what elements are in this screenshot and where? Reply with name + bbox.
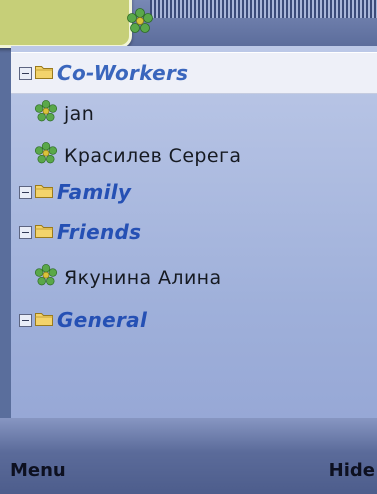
group-row-co-workers[interactable]: Co-Workers xyxy=(11,52,377,94)
group-label: Friends xyxy=(57,220,142,244)
contact-row-krasilev[interactable]: Красилев Серега xyxy=(11,136,377,176)
corner-tab-tag xyxy=(0,0,132,48)
collapse-toggle-icon[interactable] xyxy=(19,185,32,199)
contact-row-yakunina[interactable]: Якунина Алина xyxy=(11,258,377,298)
folder-icon xyxy=(35,311,53,330)
icq-flower-icon xyxy=(34,100,58,128)
collapse-toggle-icon[interactable] xyxy=(19,313,32,327)
folder-icon xyxy=(35,183,53,202)
softkey-bar xyxy=(0,418,377,494)
contact-label: Красилев Серега xyxy=(64,145,242,167)
group-row-family[interactable]: Family xyxy=(11,172,377,212)
contact-label: Якунина Алина xyxy=(64,267,222,289)
contact-label: jan xyxy=(64,103,95,125)
group-label: Family xyxy=(57,180,132,204)
title-bar-pattern xyxy=(150,0,377,18)
icq-flower-icon xyxy=(34,264,58,292)
collapse-toggle-icon[interactable] xyxy=(19,66,32,80)
hide-softkey[interactable]: Hide xyxy=(329,460,375,481)
group-row-general[interactable]: General xyxy=(11,300,377,340)
folder-icon xyxy=(35,64,53,83)
icq-flower-icon xyxy=(34,142,58,170)
contact-list[interactable]: Co-Workers jan Красилев Серега Family Fr… xyxy=(11,46,377,418)
folder-icon xyxy=(35,223,53,242)
contact-row-jan[interactable]: jan xyxy=(11,94,377,134)
menu-softkey[interactable]: Menu xyxy=(10,460,66,481)
group-label: General xyxy=(57,308,148,332)
group-label: Co-Workers xyxy=(57,61,189,85)
icq-flower-icon xyxy=(126,8,154,40)
collapse-toggle-icon[interactable] xyxy=(19,225,32,239)
group-row-friends[interactable]: Friends xyxy=(11,212,377,252)
title-bar xyxy=(0,0,377,48)
